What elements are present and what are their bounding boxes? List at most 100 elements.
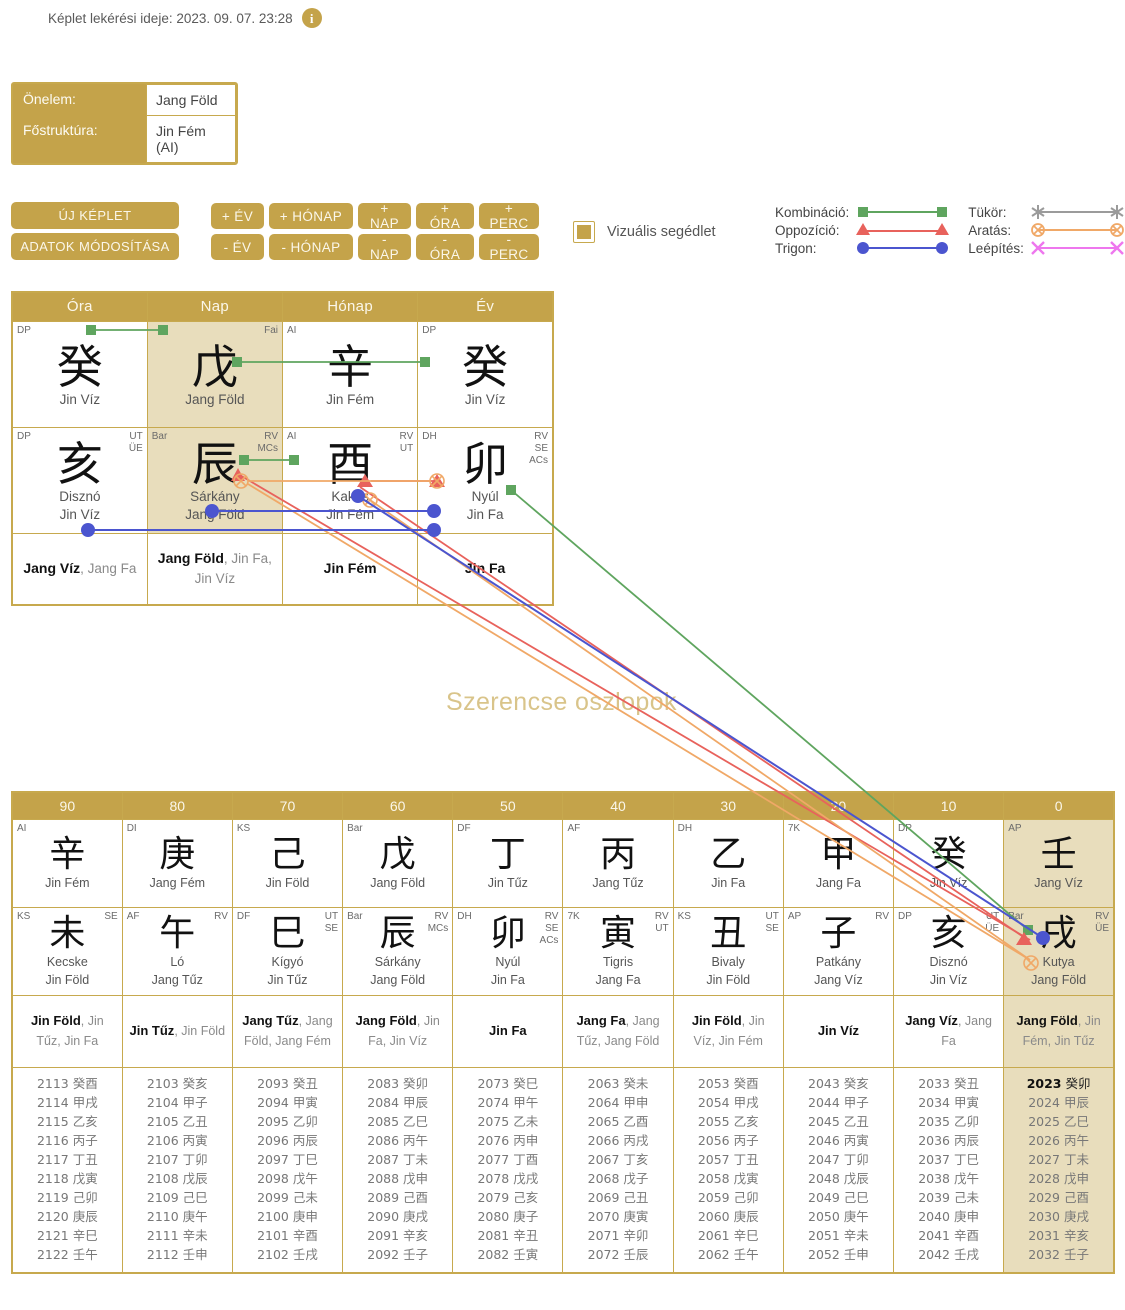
- bazi-branch-year[interactable]: DH RV SE ACs 卯 Nyúl Jin Fa: [417, 426, 554, 534]
- year-entry[interactable]: 2113 癸酉: [13, 1074, 122, 1093]
- year-entry[interactable]: 2098 戊午: [233, 1169, 342, 1188]
- year-entry[interactable]: 2092 壬子: [343, 1245, 452, 1264]
- bazi-stem-day[interactable]: Fai 戊 Jang Föld: [146, 320, 284, 428]
- year-entry[interactable]: 2027 丁未: [1004, 1150, 1113, 1169]
- year-entry[interactable]: 2114 甲戌: [13, 1093, 122, 1112]
- luck-branch-cell[interactable]: Bar RV MCs 辰 Sárkány Jang Föld: [342, 906, 454, 996]
- year-entry[interactable]: 2107 丁卯: [123, 1150, 232, 1169]
- year-entry[interactable]: 2085 乙巳: [343, 1112, 452, 1131]
- year-entry[interactable]: 2042 壬戌: [894, 1245, 1003, 1264]
- minus-minute-button[interactable]: - PERC: [479, 232, 539, 262]
- year-entry[interactable]: 2119 己卯: [13, 1188, 122, 1207]
- year-entry[interactable]: 2026 丙午: [1004, 1131, 1113, 1150]
- minus-day-button[interactable]: - NAP: [358, 232, 411, 262]
- minus-month-button[interactable]: - HÓNAP: [269, 234, 353, 260]
- year-entry[interactable]: 2034 甲寅: [894, 1093, 1003, 1112]
- luck-stem-cell[interactable]: DP 癸 Jin Víz: [892, 818, 1005, 908]
- year-entry[interactable]: 2063 癸未: [563, 1074, 672, 1093]
- bazi-branch-day[interactable]: Bar RV MCs 辰 Sárkány Jang Föld: [146, 426, 284, 534]
- year-entry[interactable]: 2088 戊申: [343, 1169, 452, 1188]
- luck-branch-cell[interactable]: DP UT ÜE 亥 Disznó Jin Víz: [892, 906, 1005, 996]
- year-entry[interactable]: 2097 丁巳: [233, 1150, 342, 1169]
- luck-branch-cell[interactable]: DF UT SE 巳 Kígyó Jin Tűz: [231, 906, 344, 996]
- year-entry[interactable]: 2070 庚寅: [563, 1207, 672, 1226]
- year-entry[interactable]: 2120 庚辰: [13, 1207, 122, 1226]
- year-entry[interactable]: 2072 壬辰: [563, 1245, 672, 1264]
- year-entry[interactable]: 2055 乙亥: [674, 1112, 783, 1131]
- year-entry[interactable]: 2117 丁丑: [13, 1150, 122, 1169]
- year-entry[interactable]: 2057 丁丑: [674, 1150, 783, 1169]
- year-entry[interactable]: 2024 甲辰: [1004, 1093, 1113, 1112]
- year-entry[interactable]: 2058 戊寅: [674, 1169, 783, 1188]
- year-entry[interactable]: 2059 己卯: [674, 1188, 783, 1207]
- year-entry[interactable]: 2083 癸卯: [343, 1074, 452, 1093]
- year-entry[interactable]: 2054 甲戌: [674, 1093, 783, 1112]
- year-entry[interactable]: 2065 乙酉: [563, 1112, 672, 1131]
- year-entry[interactable]: 2046 丙寅: [784, 1131, 893, 1150]
- plus-month-button[interactable]: + HÓNAP: [269, 203, 353, 229]
- luck-stem-cell[interactable]: DI 庚 Jang Fém: [121, 818, 233, 908]
- year-entry[interactable]: 2075 乙未: [453, 1112, 562, 1131]
- visual-aid-checkbox[interactable]: [573, 221, 595, 243]
- year-entry[interactable]: 2031 辛亥: [1004, 1226, 1113, 1245]
- plus-year-button[interactable]: + ÉV: [211, 203, 264, 229]
- year-entry[interactable]: 2035 乙卯: [894, 1112, 1003, 1131]
- year-entry[interactable]: 2066 丙戌: [563, 1131, 672, 1150]
- year-entry[interactable]: 2060 庚辰: [674, 1207, 783, 1226]
- year-entry[interactable]: 2108 戊辰: [123, 1169, 232, 1188]
- year-entry[interactable]: 2076 丙申: [453, 1131, 562, 1150]
- year-entry[interactable]: 2095 乙卯: [233, 1112, 342, 1131]
- year-entry[interactable]: 2110 庚午: [123, 1207, 232, 1226]
- year-entry[interactable]: 2067 丁亥: [563, 1150, 672, 1169]
- luck-stem-cell[interactable]: KS 己 Jin Föld: [231, 818, 344, 908]
- year-entry[interactable]: 2025 乙巳: [1004, 1112, 1113, 1131]
- year-entry[interactable]: 2111 辛未: [123, 1226, 232, 1245]
- year-entry[interactable]: 2077 丁酉: [453, 1150, 562, 1169]
- year-entry[interactable]: 2045 乙丑: [784, 1112, 893, 1131]
- year-entry[interactable]: 2115 乙亥: [13, 1112, 122, 1131]
- year-entry[interactable]: 2089 己酉: [343, 1188, 452, 1207]
- luck-branch-cell[interactable]: KS SE 未 Kecske Jin Föld: [11, 906, 123, 996]
- year-entry[interactable]: 2023 癸卯: [1004, 1074, 1113, 1093]
- year-entry[interactable]: 2074 甲午: [453, 1093, 562, 1112]
- year-entry[interactable]: 2082 壬寅: [453, 1245, 562, 1264]
- luck-stem-cell[interactable]: DF 丁 Jin Tűz: [452, 818, 564, 908]
- year-entry[interactable]: 2052 壬申: [784, 1245, 893, 1264]
- new-chart-button[interactable]: ÚJ KÉPLET: [11, 202, 179, 229]
- luck-branch-cell[interactable]: AP RV 子 Patkány Jang Víz: [782, 906, 895, 996]
- year-entry[interactable]: 2028 戊申: [1004, 1169, 1113, 1188]
- year-entry[interactable]: 2069 己丑: [563, 1188, 672, 1207]
- year-entry[interactable]: 2084 甲辰: [343, 1093, 452, 1112]
- year-entry[interactable]: 2112 壬申: [123, 1245, 232, 1264]
- plus-hour-button[interactable]: + ÓRA: [416, 201, 474, 231]
- year-entry[interactable]: 2101 辛酉: [233, 1226, 342, 1245]
- year-entry[interactable]: 2039 己未: [894, 1188, 1003, 1207]
- luck-branch-cell[interactable]: 7K RV UT 寅 Tigris Jang Fa: [562, 906, 674, 996]
- year-entry[interactable]: 2079 己亥: [453, 1188, 562, 1207]
- year-entry[interactable]: 2086 丙午: [343, 1131, 452, 1150]
- year-entry[interactable]: 2121 辛巳: [13, 1226, 122, 1245]
- year-entry[interactable]: 2037 丁巳: [894, 1150, 1003, 1169]
- luck-branch-cell[interactable]: DH RV SE ACs 卯 Nyúl Jin Fa: [452, 906, 564, 996]
- year-entry[interactable]: 2078 戊戌: [453, 1169, 562, 1188]
- luck-branch-cell[interactable]: KS UT SE 丑 Bivaly Jin Föld: [672, 906, 784, 996]
- year-entry[interactable]: 2049 己巳: [784, 1188, 893, 1207]
- modify-data-button[interactable]: ADATOK MÓDOSÍTÁSA: [11, 233, 179, 260]
- visual-aid-toggle[interactable]: Vizuális segédlet: [573, 221, 716, 243]
- year-entry[interactable]: 2053 癸酉: [674, 1074, 783, 1093]
- year-entry[interactable]: 2048 戊辰: [784, 1169, 893, 1188]
- year-entry[interactable]: 2122 壬午: [13, 1245, 122, 1264]
- luck-branch-cell[interactable]: AF RV 午 Ló Jang Tűz: [121, 906, 233, 996]
- year-entry[interactable]: 2096 丙辰: [233, 1131, 342, 1150]
- year-entry[interactable]: 2073 癸巳: [453, 1074, 562, 1093]
- bazi-branch-month[interactable]: AI RV UT 酉 Kakas Jin Fém: [281, 426, 419, 534]
- bazi-branch-hour[interactable]: DP UT ÜE 亥 Disznó Jin Víz: [11, 426, 148, 534]
- year-entry[interactable]: 2030 庚戌: [1004, 1207, 1113, 1226]
- year-entry[interactable]: 2081 辛丑: [453, 1226, 562, 1245]
- year-entry[interactable]: 2102 壬戌: [233, 1245, 342, 1264]
- year-entry[interactable]: 2100 庚申: [233, 1207, 342, 1226]
- year-entry[interactable]: 2029 己酉: [1004, 1188, 1113, 1207]
- minus-hour-button[interactable]: - ÓRA: [416, 232, 474, 262]
- year-entry[interactable]: 2043 癸亥: [784, 1074, 893, 1093]
- year-entry[interactable]: 2103 癸亥: [123, 1074, 232, 1093]
